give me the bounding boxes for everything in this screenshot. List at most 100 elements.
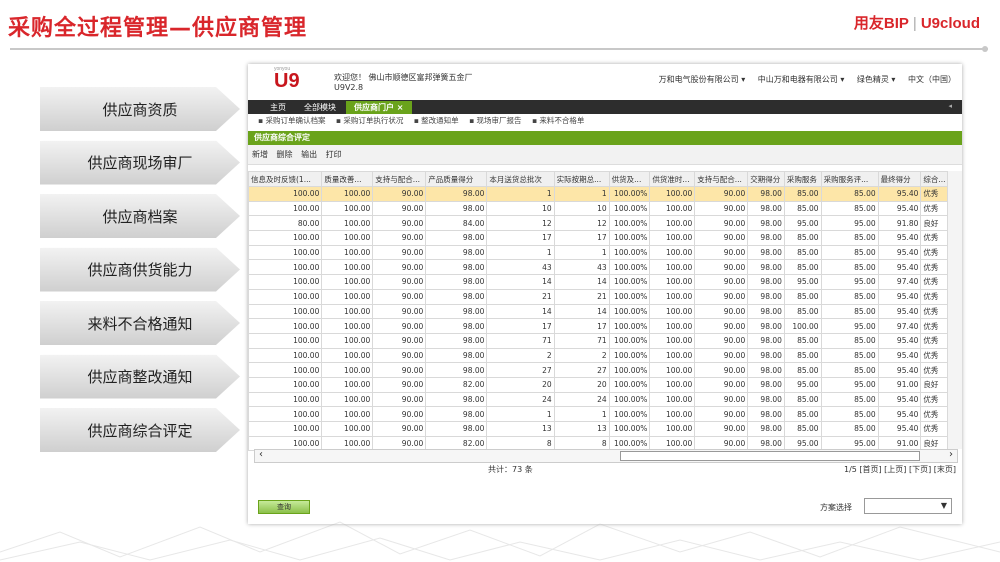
table-cell: 85.00	[783, 391, 822, 408]
table-cell: 优秀	[920, 186, 948, 202]
nav-comprehensive-evaluation[interactable]: 供应商综合评定	[40, 408, 240, 452]
tab-supplier-portal-label: 供应商门户	[354, 103, 394, 112]
table-row[interactable]: 100.00 100.00 90.00 98.00 17 17 100.00% 100.00 9…	[248, 230, 948, 246]
vertical-scrollbar[interactable]	[948, 171, 962, 449]
table-cell: 90.00	[372, 288, 427, 305]
horizontal-scrollbar[interactable]: ‹ ›	[254, 449, 958, 463]
table-cell: 85.00	[783, 244, 822, 261]
column-header[interactable]: 实际按期总...	[553, 171, 610, 187]
table-row[interactable]: 100.00 100.00 90.00 98.00 21 21 100.00% 100.00 9…	[248, 288, 948, 305]
table-cell: 85.00	[820, 406, 879, 422]
table-row[interactable]: 100.00 100.00 90.00 98.00 43 43 100.00% 100.00 9…	[248, 259, 948, 276]
table-cell: 90.00	[372, 215, 427, 232]
table-cell: 98.00	[425, 200, 488, 217]
nav-incoming-nonconformance[interactable]: 来料不合格通知	[40, 301, 240, 345]
table-cell: 100.00	[649, 362, 696, 378]
table-row[interactable]: 100.00 100.00 90.00 98.00 10 10 100.00% 100.00 9…	[248, 200, 948, 217]
table-cell: 100.00	[248, 362, 323, 378]
column-header[interactable]: 采购服务	[783, 171, 822, 187]
nav-supplier-site-audit[interactable]: 供应商现场审厂	[40, 140, 240, 185]
add-button[interactable]: 新增	[252, 150, 268, 159]
tab-scroll-icon[interactable]: ◂	[948, 102, 952, 110]
table-cell: 85.00	[783, 347, 822, 364]
brand-u9cloud: U9cloud	[920, 15, 980, 32]
column-header[interactable]: 综合...	[920, 171, 948, 187]
table-cell: 95.00	[783, 376, 822, 393]
scroll-right-icon[interactable]: ›	[949, 449, 953, 460]
table-cell: 71	[553, 332, 610, 349]
nav-rectification-notice[interactable]: 供应商整改通知	[40, 354, 240, 399]
column-header[interactable]: 支持与配合...	[372, 171, 427, 187]
table-cell: 优秀	[920, 318, 948, 334]
table-cell: 20	[553, 376, 610, 393]
table-cell: 100.00	[783, 318, 822, 334]
table-row[interactable]: 100.00 100.00 90.00 98.00 1 1 100.00% 100.00 90.…	[248, 244, 948, 261]
column-header[interactable]: 支持与配合...	[694, 171, 749, 187]
table-row[interactable]: 100.00 100.00 90.00 98.00 13 13 100.00% 100.00 9…	[248, 421, 948, 437]
table-cell: 84.00	[425, 215, 488, 232]
tab-supplier-portal[interactable]: 供应商门户 ×	[346, 101, 412, 114]
table-row[interactable]: 100.00 100.00 90.00 98.00 71 71 100.00% 100.00 9…	[248, 332, 948, 349]
table-cell: 98.00	[425, 288, 488, 305]
grid-toolbar: 新增 删除 输出 打印	[248, 145, 962, 165]
table-cell: 21	[553, 288, 610, 305]
table-cell: 100.00	[248, 274, 323, 290]
link-po-confirm[interactable]: ▪ 采购订单确认档案	[258, 116, 325, 125]
table-cell: 90.00	[372, 200, 427, 217]
table-cell: 98.00	[425, 406, 488, 422]
table-row[interactable]: 100.00 100.00 90.00 82.00 20 20 100.00% 100.00 9…	[248, 376, 948, 393]
pagination[interactable]: 1/5 [首页] [上页] [下页] [末页]	[844, 463, 956, 477]
link-rectification[interactable]: ▪ 整改通知单	[414, 116, 459, 125]
column-header[interactable]: 产品质量得分	[425, 171, 488, 187]
table-row[interactable]: 100.00 100.00 90.00 98.00 17 17 100.00% 100.00 9…	[248, 318, 948, 334]
column-header[interactable]: 供货及...	[608, 171, 651, 187]
table-cell: 98.00	[747, 215, 785, 232]
language-selector[interactable]: 中文（中国）	[908, 75, 956, 84]
scrollbar-thumb[interactable]	[620, 451, 920, 461]
table-cell: 100.00	[248, 230, 323, 246]
column-header[interactable]: 采购服务评...	[820, 171, 879, 187]
column-header[interactable]: 供货准时...	[649, 171, 696, 187]
nav-supplier-qualification[interactable]: 供应商资质	[40, 87, 240, 131]
table-row[interactable]: 100.00 100.00 90.00 98.00 24 24 100.00% 100.00 9…	[248, 391, 948, 408]
print-button[interactable]: 打印	[326, 150, 342, 159]
table-cell: 91.00	[877, 376, 922, 393]
theme-dropdown[interactable]: 绿色精灵 ▾	[857, 75, 896, 84]
table-row[interactable]: 100.00 100.00 90.00 98.00 27 27 100.00% 100.00 9…	[248, 362, 948, 378]
tab-all-modules[interactable]: 全部模块	[296, 101, 344, 114]
table-cell: 24	[553, 391, 610, 408]
column-header[interactable]: 交期得分	[747, 171, 785, 187]
table-cell: 100.00	[248, 244, 323, 261]
table-row[interactable]: 100.00 100.00 90.00 98.00 14 14 100.00% 100.00 9…	[248, 274, 948, 290]
table-cell: 100.00	[248, 186, 323, 202]
table-row[interactable]: 80.00 100.00 90.00 84.00 12 12 100.00% 100.00 90…	[248, 215, 948, 232]
tab-home[interactable]: 主页	[262, 101, 294, 114]
table-cell: 90.00	[694, 215, 749, 232]
table-cell: 98.00	[425, 391, 488, 408]
export-button[interactable]: 输出	[301, 150, 317, 159]
table-row[interactable]: 100.00 100.00 90.00 98.00 1 1 100.00% 100.00 90.…	[248, 186, 948, 202]
table-cell: 85.00	[783, 288, 822, 305]
org-dropdown-1[interactable]: 万和电气股份有限公司 ▾	[659, 75, 746, 84]
link-nonconformance[interactable]: ▪ 来料不合格单	[532, 116, 584, 125]
nav-supplier-archive[interactable]: 供应商档案	[40, 194, 240, 238]
nav-supply-capacity[interactable]: 供应商供货能力	[40, 247, 240, 292]
link-po-status[interactable]: ▪ 采购订单执行状况	[336, 116, 403, 125]
link-site-audit[interactable]: ▪ 现场审厂报告	[469, 116, 521, 125]
close-tab-icon[interactable]: ×	[397, 103, 404, 112]
table-row[interactable]: 100.00 100.00 90.00 98.00 2 2 100.00% 100.00 90.…	[248, 347, 948, 364]
scroll-left-icon[interactable]: ‹	[259, 449, 263, 460]
table-row[interactable]: 100.00 100.00 90.00 98.00 1 1 100.00% 100.00 90.…	[248, 406, 948, 422]
table-cell: 1	[486, 186, 555, 202]
delete-button[interactable]: 删除	[277, 150, 293, 159]
column-header[interactable]: 最终得分	[877, 171, 922, 187]
table-cell: 100.00	[649, 200, 696, 217]
table-row[interactable]: 100.00 100.00 90.00 98.00 14 14 100.00% 100.00 9…	[248, 303, 948, 320]
column-header[interactable]: 本月送货总批次	[486, 171, 555, 187]
org-dropdown-2[interactable]: 中山万和电器有限公司 ▾	[758, 75, 845, 84]
table-cell: 95.40	[877, 186, 922, 202]
table-cell: 71	[486, 332, 555, 349]
column-header[interactable]: 信息及时反馈(1...	[248, 171, 323, 187]
column-header[interactable]: 质量改善...	[321, 171, 374, 187]
version-label: U9V2.8	[334, 83, 364, 92]
